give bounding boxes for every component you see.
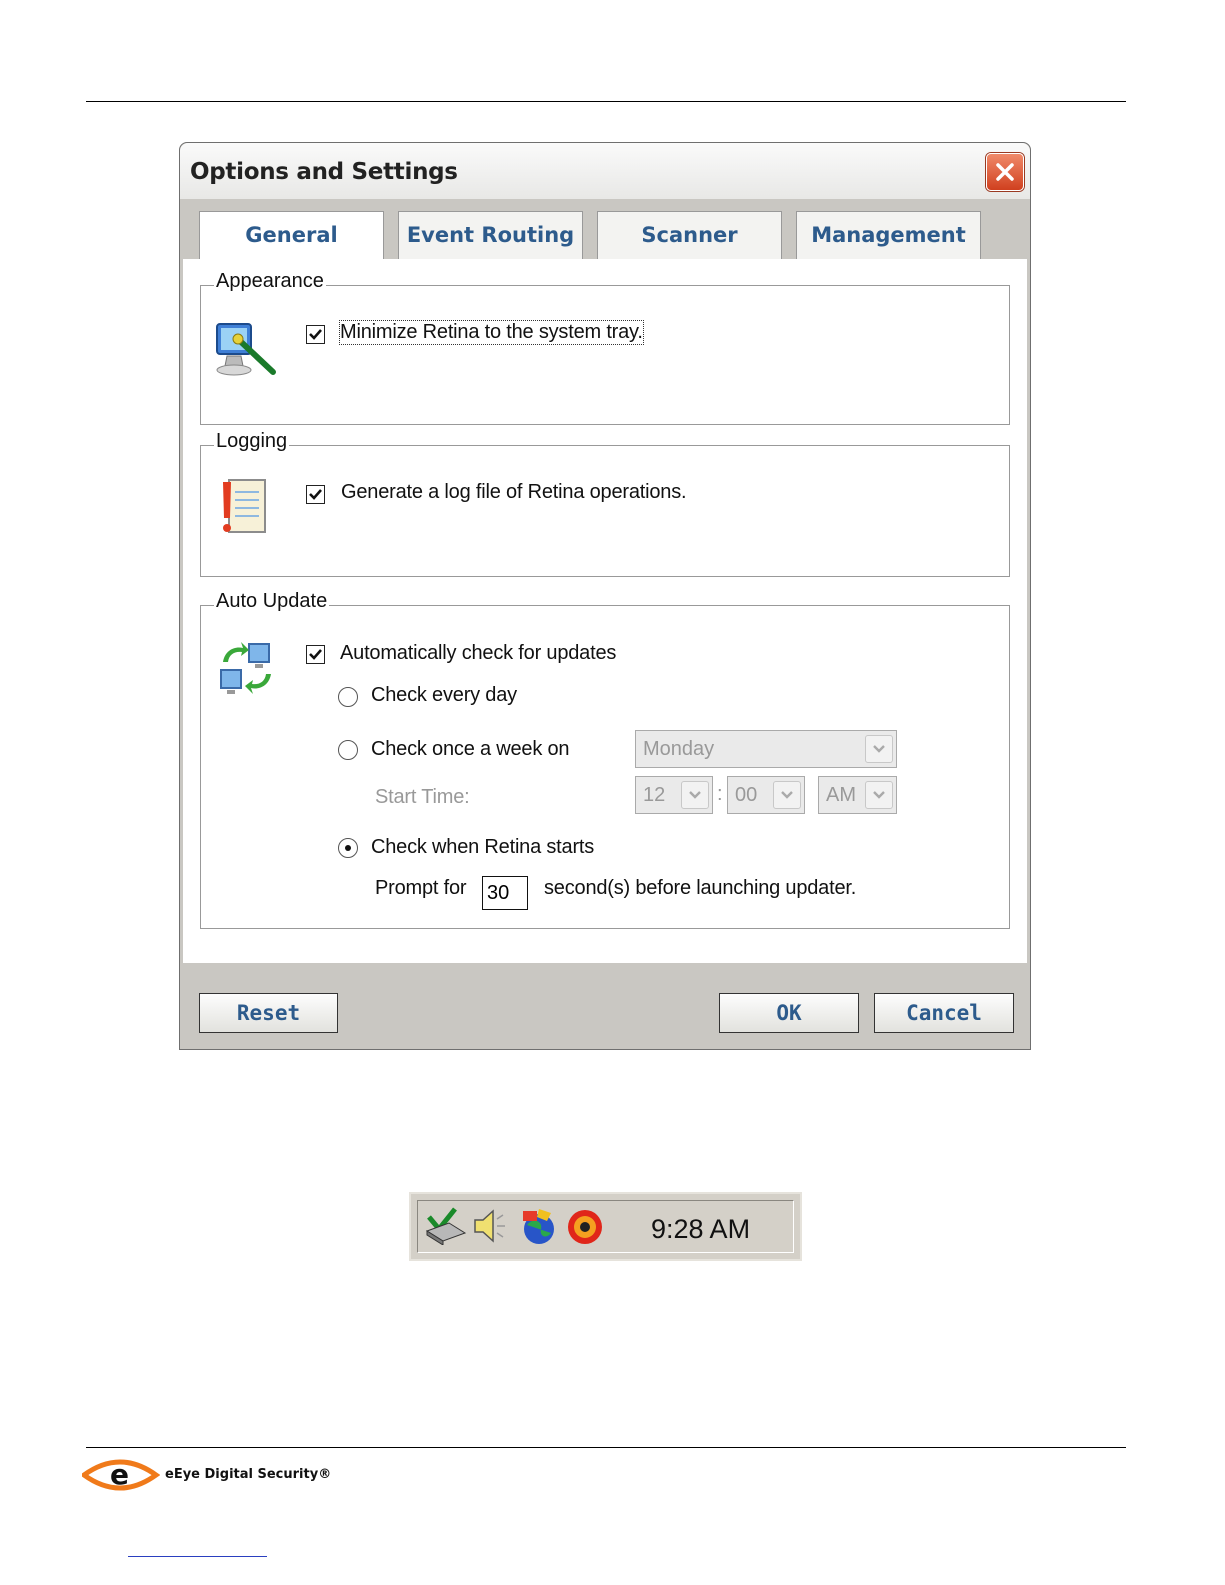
once-week-radio[interactable]: [338, 740, 358, 760]
system-tray: 9:28 AM: [409, 1192, 802, 1261]
chevron-down-icon: [873, 745, 885, 753]
log-checkbox[interactable]: [306, 485, 325, 504]
dropdown-arrow: [773, 781, 801, 809]
auto-check-checkbox[interactable]: [306, 645, 325, 664]
radio-dot: [345, 845, 351, 851]
minimize-checkbox[interactable]: [306, 325, 325, 344]
dropdown-arrow: [865, 781, 893, 809]
speaker-icon[interactable]: [471, 1207, 511, 1245]
reset-button[interactable]: Reset: [199, 993, 338, 1033]
tab-general[interactable]: General: [199, 211, 384, 261]
chevron-down-icon: [781, 791, 793, 799]
every-day-radio[interactable]: [338, 687, 358, 707]
start-time-label: Start Time:: [375, 786, 470, 808]
update-computers-icon: [220, 642, 271, 694]
footer-rule: [86, 1447, 1126, 1448]
every-day-label[interactable]: Check every day: [371, 684, 517, 707]
log-file-icon: [223, 479, 266, 533]
svg-text:e: e: [110, 1458, 129, 1491]
network-icon[interactable]: [425, 1207, 467, 1245]
dialog-title: Options and Settings: [190, 159, 458, 185]
cancel-button[interactable]: Cancel: [874, 993, 1014, 1033]
brand-name: eEye Digital Security®: [165, 1467, 332, 1482]
tab-label: Management: [811, 223, 966, 247]
dropdown-arrow: [865, 735, 893, 763]
minute-select[interactable]: 00: [727, 776, 805, 814]
once-week-label[interactable]: Check once a week on: [371, 738, 570, 761]
hour-select[interactable]: 12: [635, 776, 713, 814]
logging-group: Logging Generate a log file of Retina op…: [200, 430, 1010, 577]
retina-starts-label[interactable]: Check when Retina starts: [371, 836, 594, 859]
header-rule: [86, 101, 1126, 102]
tab-label: Scanner: [641, 223, 738, 247]
retina-starts-radio[interactable]: [338, 838, 358, 858]
tray-clock[interactable]: 9:28 AM: [651, 1214, 750, 1245]
seconds-suffix: second(s) before launching updater.: [544, 877, 857, 899]
prompt-seconds-input[interactable]: 30: [482, 876, 528, 910]
group-legend: Logging: [214, 430, 290, 453]
appearance-group: Appearance Minimize Retina to the system…: [200, 270, 1010, 425]
tab-scanner[interactable]: Scanner: [597, 211, 782, 259]
auto-update-group: Auto Update Automatically check for upda…: [200, 590, 1010, 929]
tab-event-routing[interactable]: Event Routing: [398, 211, 583, 259]
close-icon: [996, 163, 1014, 181]
footer-link-underline[interactable]: [128, 1556, 267, 1557]
title-bar[interactable]: Options and Settings: [180, 143, 1030, 199]
hour-value: 12: [643, 784, 666, 806]
prompt-seconds-value: 30: [487, 882, 510, 904]
chevron-down-icon: [873, 791, 885, 799]
ampm-select[interactable]: AM: [818, 776, 897, 814]
auto-check-label[interactable]: Automatically check for updates: [340, 642, 616, 665]
monitor-wand-icon: [216, 323, 276, 376]
prompt-for-label: Prompt for: [375, 877, 467, 899]
globe-icon[interactable]: [517, 1207, 559, 1247]
group-legend: Auto Update: [214, 590, 330, 613]
weekday-value: Monday: [643, 738, 715, 760]
ampm-value: AM: [826, 784, 856, 806]
close-button[interactable]: [986, 153, 1024, 191]
chevron-down-icon: [689, 791, 701, 799]
weekday-select[interactable]: Monday: [635, 730, 897, 768]
minute-value: 00: [735, 784, 758, 806]
log-label[interactable]: Generate a log file of Retina operations…: [341, 481, 687, 504]
tab-label: Event Routing: [406, 223, 575, 247]
ok-button[interactable]: OK: [719, 993, 859, 1033]
general-panel: Appearance Minimize Retina to the system…: [183, 259, 1027, 963]
options-dialog: Options and Settings General Event Routi…: [179, 142, 1031, 1050]
tab-label: General: [245, 223, 338, 247]
tab-management[interactable]: Management: [796, 211, 981, 259]
minimize-label[interactable]: Minimize Retina to the system tray.: [339, 320, 644, 345]
time-separator: :: [717, 783, 723, 805]
dropdown-arrow: [681, 781, 709, 809]
group-legend: Appearance: [214, 270, 326, 293]
retina-icon[interactable]: [565, 1207, 605, 1247]
eeye-logo: e: [82, 1458, 160, 1491]
